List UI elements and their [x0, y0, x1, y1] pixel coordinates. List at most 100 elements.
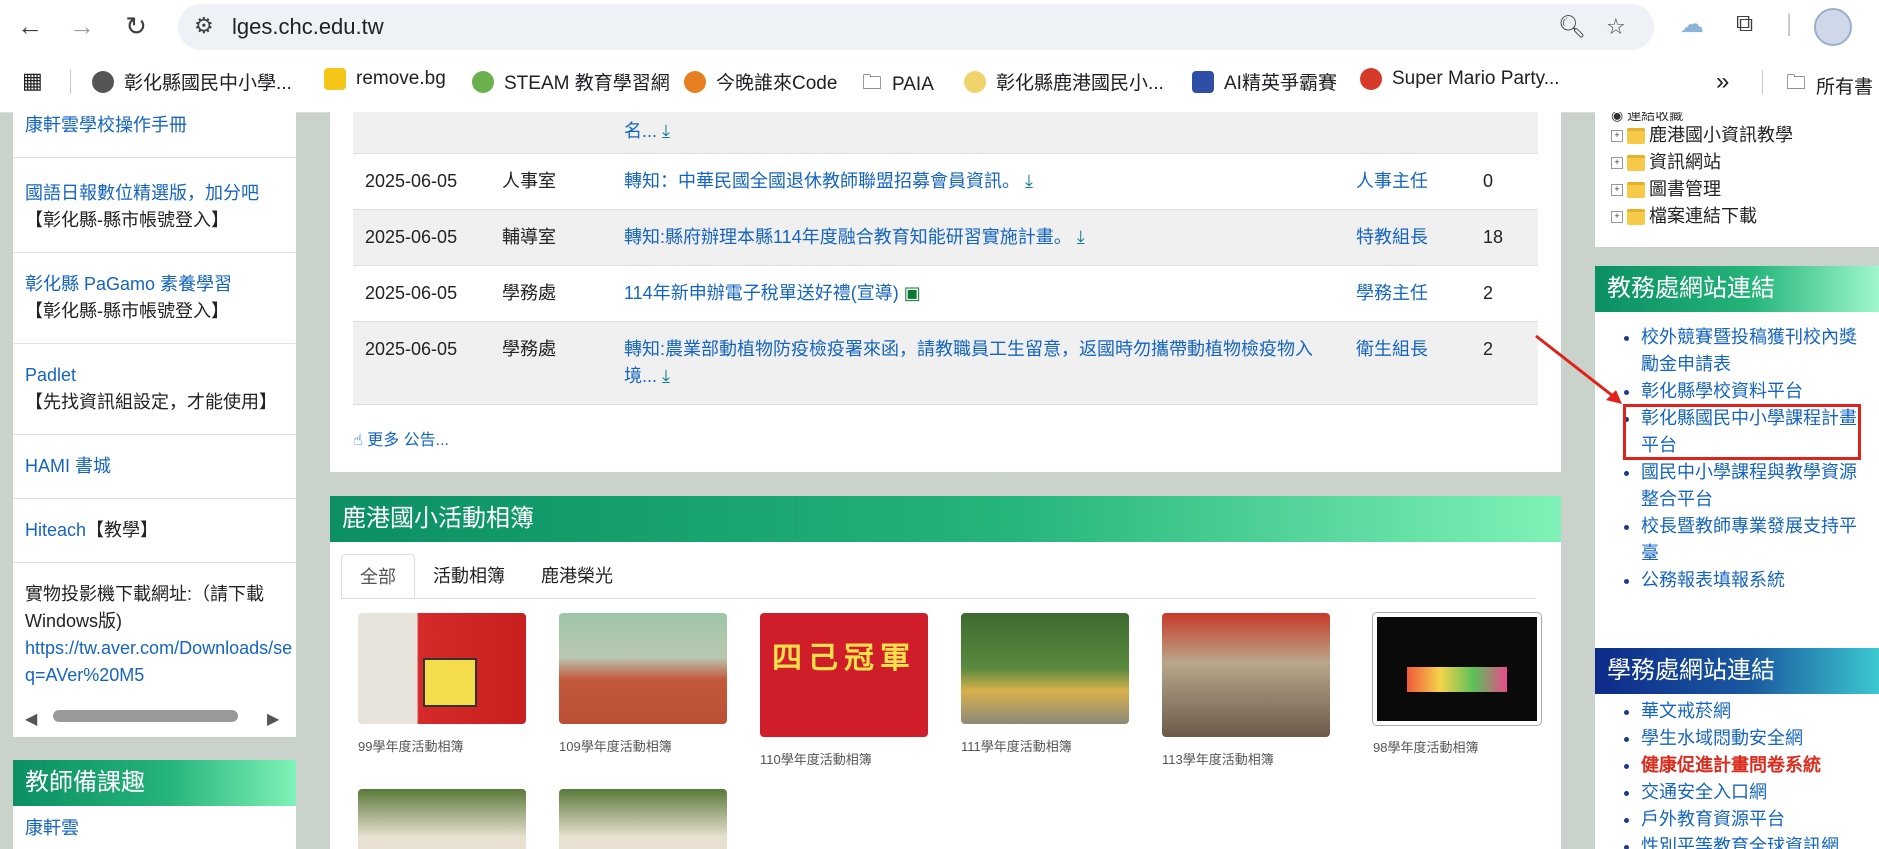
academic-link[interactable]: 公務報表填報系統 — [1641, 570, 1785, 590]
tab-activity-album[interactable]: 活動相簿 — [415, 554, 523, 598]
left-link[interactable]: 康軒雲學校操作手冊 — [25, 115, 187, 135]
download-icon[interactable]: ⤓ — [1077, 227, 1085, 247]
student-link[interactable]: 性別平等教育全球資訊網 — [1641, 836, 1839, 849]
academic-link[interactable]: 校外競賽暨投稿獲刊校內獎勵金申請表 — [1641, 327, 1857, 374]
announcement-link[interactable]: 轉知:農業部動植物防疫檢疫署來函，請教職員工生留意，返國時勿攜帶動植物檢疫物入境… — [624, 339, 1313, 386]
student-link[interactable]: 交通安全入口網 — [1641, 782, 1767, 802]
apps-grid-icon[interactable]: ▦ — [22, 68, 43, 94]
academic-link[interactable]: 校長暨教師專業發展支持平臺 — [1641, 516, 1857, 563]
student-link[interactable]: 學生水域悶動安全網 — [1641, 728, 1803, 748]
bookmark-item[interactable]: 今晚誰來Code — [684, 68, 837, 95]
album-photo[interactable] — [358, 789, 526, 849]
kangxuan-cloud-link[interactable]: 康軒雲 — [25, 814, 79, 840]
student-link[interactable]: 戶外教育資源平台 — [1641, 809, 1785, 829]
author-link[interactable]: 學務主任 — [1356, 283, 1428, 303]
forward-icon[interactable]: → — [64, 8, 100, 44]
tree-node[interactable]: + 圖書管理 — [1595, 176, 1879, 203]
student-links-panel: 華文戒菸網 學生水域悶動安全網 健康促進計畫問卷系統 交通安全入口網 戶外教育資… — [1595, 694, 1879, 849]
profile-avatar[interactable] — [1814, 8, 1852, 46]
expand-icon[interactable]: + — [1611, 129, 1623, 142]
announcement-link[interactable]: 名... — [624, 121, 657, 141]
bookmark-star-icon[interactable]: ☆ — [1606, 14, 1626, 40]
office-cell: 學務處 — [490, 321, 612, 405]
album-photo[interactable] — [559, 789, 727, 849]
url-text[interactable]: lges.chc.edu.tw — [232, 14, 384, 40]
bookmark-item[interactable]: 彰化縣鹿港國民小... — [964, 68, 1164, 95]
more-bookmarks-icon[interactable]: » — [1716, 68, 1729, 96]
scrollbar-thumb[interactable] — [53, 710, 238, 722]
expand-icon[interactable]: + — [1611, 156, 1623, 169]
bookmark-item[interactable]: 彰化縣國民中小學... — [92, 68, 292, 95]
cloud-extension-icon[interactable]: ☁ — [1680, 10, 1704, 39]
album-thumb[interactable]: 98學年度活動相簿 — [1373, 613, 1541, 756]
bookmark-item[interactable]: STEAM 教育學習網 — [472, 68, 670, 95]
announcement-link[interactable]: 轉知:縣府辦理本縣114年度融合教育知能研習實施計畫。 — [624, 227, 1072, 247]
student-link-health-survey[interactable]: 健康促進計畫問卷系統 — [1641, 755, 1821, 775]
left-links-panel: 康軒雲學校操作手冊 國語日報數位精選版，加分吧 【彰化縣-縣市帳號登入】 彰化縣… — [13, 112, 296, 737]
academic-link[interactable]: 彰化縣學校資料平台 — [1641, 381, 1803, 401]
author-link[interactable]: 特教組長 — [1356, 227, 1428, 247]
bookmark-item[interactable]: Super Mario Party... — [1360, 68, 1560, 90]
extensions-puzzle-icon[interactable]: ⧉ — [1736, 10, 1753, 38]
download-icon[interactable]: ⤓ — [662, 121, 670, 141]
announcement-link[interactable]: 轉知：中華民國全國退休教師聯盟招募會員資訊。 — [624, 171, 1020, 191]
author-link[interactable]: 人事主任 — [1356, 171, 1428, 191]
reload-icon[interactable]: ↻ — [118, 8, 154, 44]
left-link-item: 國語日報數位精選版，加分吧 【彰化縣-縣市帳號登入】 — [13, 158, 296, 253]
left-link[interactable]: Padlet — [25, 365, 76, 385]
table-row: 2025-06-05 學務處 114年新申辦電子稅單送好禮(宣導) ▣ 學務主任… — [353, 265, 1538, 322]
tab-all[interactable]: 全部 — [341, 554, 415, 598]
announcement-link[interactable]: 114年新申辦電子稅單送好禮(宣導) — [624, 283, 899, 303]
author-link[interactable]: 衛生組長 — [1356, 339, 1428, 359]
album-photo[interactable] — [1162, 613, 1330, 737]
student-link[interactable]: 華文戒菸網 — [1641, 701, 1731, 721]
album-thumb[interactable]: 99學年度活動相簿 — [358, 613, 526, 755]
tree-node[interactable]: + 資訊網站 — [1595, 149, 1879, 176]
download-icon[interactable]: ⤓ — [1025, 171, 1033, 191]
album-thumb[interactable]: 109學年度活動相簿 — [559, 613, 727, 755]
address-bar[interactable]: ⚙ lges.chc.edu.tw 🔍︎ ☆ — [178, 4, 1654, 50]
image-icon[interactable]: ▣ — [904, 283, 921, 303]
album-caption: 109學年度活動相簿 — [559, 739, 672, 754]
mario-icon — [1360, 68, 1382, 90]
horizontal-scrollbar[interactable]: ◀ ▶ — [13, 697, 296, 737]
album-photo[interactable] — [358, 613, 526, 724]
bookmark-item[interactable]: AI精英爭霸賽 — [1192, 68, 1337, 95]
bookmark-divider — [70, 70, 71, 94]
album-thumb[interactable] — [358, 789, 526, 849]
zoom-icon[interactable]: 🔍︎ — [1558, 14, 1586, 40]
list-item: 公務報表填報系統 — [1641, 567, 1859, 594]
author-cell: 人事主任 — [1344, 153, 1471, 210]
album-thumb[interactable]: 113學年度活動相簿 — [1162, 613, 1330, 768]
tree-node[interactable]: + 檔案連結下載 — [1595, 203, 1879, 230]
expand-icon[interactable]: + — [1611, 210, 1623, 223]
album-photo[interactable] — [1373, 613, 1541, 725]
site-info-icon[interactable]: ⚙ — [194, 13, 214, 39]
left-link[interactable]: 彰化縣 PaGamo 素養學習 — [25, 274, 232, 294]
student-links-list: 華文戒菸網 學生水域悶動安全網 健康促進計畫問卷系統 交通安全入口網 戶外教育資… — [1595, 694, 1879, 849]
back-icon[interactable]: ← — [12, 8, 48, 44]
more-announcements-link[interactable]: ☝ 更多 公告... — [353, 426, 449, 450]
expand-icon[interactable]: + — [1611, 183, 1623, 196]
projector-link[interactable]: https://tw.aver.com/Downloads/se q=AVer%… — [25, 635, 296, 689]
album-thumb[interactable]: 111學年度活動相簿 — [961, 613, 1129, 755]
download-icon[interactable]: ⤓ — [662, 366, 670, 386]
bookmark-item[interactable]: remove.bg — [324, 68, 446, 90]
tab-lukang-honor[interactable]: 鹿港榮光 — [523, 554, 631, 598]
scroll-left-icon[interactable]: ◀ — [25, 709, 37, 729]
album-photo[interactable] — [559, 613, 727, 724]
album-photo[interactable] — [961, 613, 1129, 724]
all-bookmarks-folder[interactable]: 🗀 所有書 — [1786, 68, 1873, 102]
tree-node[interactable]: + 鹿港國小資訊教學 — [1595, 122, 1879, 149]
left-link[interactable]: Hiteach — [25, 520, 86, 540]
album-thumb[interactable] — [559, 789, 727, 849]
left-link[interactable]: HAMI 書城 — [25, 456, 111, 476]
tree-root[interactable]: ◉ 連結收藏 — [1595, 112, 1879, 122]
bookmark-folder[interactable]: 🗀 PAIA — [862, 68, 934, 102]
scroll-right-icon[interactable]: ▶ — [267, 709, 279, 729]
left-link[interactable]: 國語日報數位精選版，加分吧 — [25, 183, 259, 203]
academic-link[interactable]: 國民中小學課程與教學資源整合平台 — [1641, 462, 1857, 509]
album-thumb[interactable]: 四己冠軍 110學年度活動相簿 — [760, 613, 928, 768]
album-photo[interactable]: 四己冠軍 — [760, 613, 928, 737]
count-cell — [1471, 112, 1538, 154]
